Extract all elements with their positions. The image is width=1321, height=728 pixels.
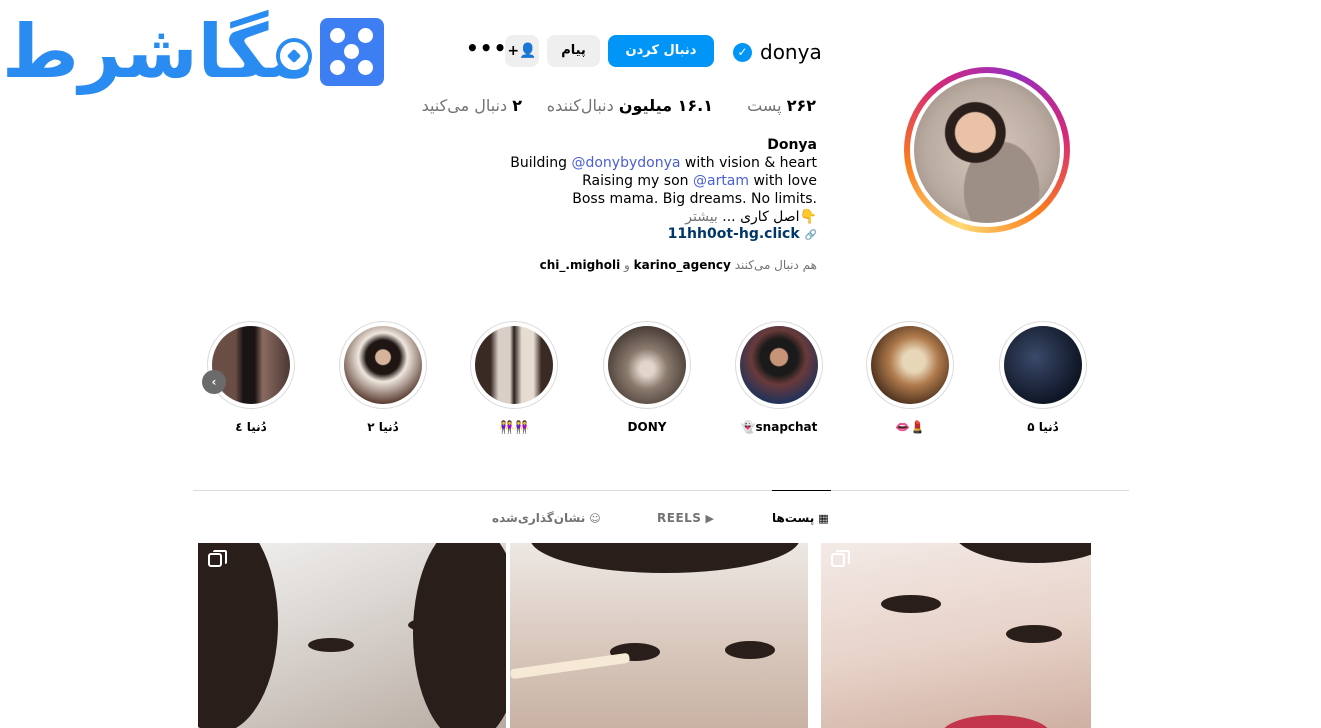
followers-label: دنبال‌کننده: [546, 96, 614, 115]
post-image-detail: [408, 618, 454, 632]
bio-line-2: Raising my son @artam with love: [497, 172, 817, 190]
carousel-icon: [831, 550, 850, 567]
bio-more-link[interactable]: بیشتر: [685, 209, 718, 225]
profile-username: donya: [760, 40, 822, 64]
watermark-logo: مگاشرط: [0, 6, 386, 98]
highlight-label: snapchat👻: [740, 420, 818, 434]
tab-reels-label: REELS: [657, 511, 702, 525]
post-image-detail: [413, 543, 506, 728]
following-stat[interactable]: ۲ دنبال می‌کنید: [422, 95, 522, 117]
followers-stat[interactable]: ۱۶.۱ میلیون دنبال‌کننده: [547, 95, 713, 117]
bio-display-name: Donya: [767, 137, 817, 153]
tab-posts[interactable]: ▦پست‌ها: [772, 510, 829, 527]
tab-posts-label: پست‌ها: [772, 511, 815, 525]
following-count: ۲: [512, 96, 522, 115]
mutual-user-2: chi_.migholi: [539, 258, 621, 272]
posts-count: ۲۶۲: [786, 96, 816, 115]
mention-link[interactable]: @donybydonya: [571, 155, 680, 171]
highlight-label: دُنیا ٤: [235, 420, 267, 434]
post-image-detail: [881, 595, 941, 613]
watermark-text: مگاشرط: [2, 9, 316, 95]
bio-line-1: Building @donybydonya with vision & hear…: [497, 154, 817, 172]
mutual-prefix: هم دنبال می‌کنند: [734, 258, 817, 272]
highlight-label: دُنیا ۲: [367, 420, 399, 434]
post-image-detail: [951, 543, 1091, 563]
avatar-image: [910, 73, 1064, 227]
post-image-detail: [1006, 625, 1062, 643]
profile-external-link[interactable]: 11hh0ot-hg.click 🔗: [668, 226, 817, 242]
following-label: دنبال می‌کنید: [421, 96, 508, 115]
highlight-item[interactable]: 💄👄: [866, 321, 954, 435]
post-image-detail: [725, 641, 775, 659]
link-icon: 🔗: [804, 230, 817, 241]
highlight-item[interactable]: دُنیا ۵: [999, 321, 1087, 435]
post-thumbnail[interactable]: [821, 543, 1091, 728]
reels-icon: ▶: [705, 512, 715, 525]
grid-icon: ▦: [818, 512, 830, 525]
bio-line-1-tail: with vision & heart: [680, 155, 817, 171]
tabs-divider: [193, 490, 1129, 491]
soccer-ball-icon: [276, 38, 312, 74]
post-thumbnail[interactable]: [510, 543, 808, 728]
tab-reels[interactable]: ▶REELS: [657, 510, 714, 527]
highlight-thumbnail: [475, 326, 553, 404]
carousel-icon: [208, 550, 227, 567]
highlight-item[interactable]: دُنیا ۲: [339, 321, 427, 435]
bio-line-4-text: 👇اصل کاری ...: [722, 209, 817, 225]
bio-line-1-text: Building: [510, 155, 572, 171]
posts-label: پست: [747, 96, 782, 115]
bio-line-3: Boss mama. Big dreams. No limits.: [572, 191, 817, 207]
highlight-label: 👭👭: [499, 420, 529, 434]
highlights-previous-button[interactable]: ‹: [202, 370, 226, 394]
highlight-thumbnail: [608, 326, 686, 404]
tab-tagged-label: نشان‌گذاری‌شده: [492, 511, 586, 525]
message-button[interactable]: پیام: [547, 35, 600, 67]
post-thumbnail[interactable]: [198, 543, 506, 728]
more-options-button[interactable]: •••: [466, 38, 506, 64]
highlight-label: دُنیا ۵: [1027, 420, 1059, 434]
post-image-detail: [510, 652, 631, 680]
post-image-detail: [530, 543, 800, 573]
highlight-item[interactable]: snapchat👻: [735, 321, 823, 435]
follow-button[interactable]: دنبال کردن: [608, 35, 714, 67]
mention-link[interactable]: @artam: [693, 173, 749, 189]
mutual-followers[interactable]: هم دنبال می‌کنند karino_agency و chi_.mi…: [540, 257, 817, 273]
highlight-thumbnail: [344, 326, 422, 404]
highlight-label: DONY: [627, 420, 667, 434]
mutual-user-1: karino_agency: [633, 258, 731, 272]
tab-tagged[interactable]: ☺نشان‌گذاری‌شده: [492, 510, 601, 527]
highlight-item[interactable]: 👭👭: [470, 321, 558, 435]
verified-badge-icon: ✓: [733, 43, 752, 62]
bio-line-2-tail: with love: [749, 173, 817, 189]
highlight-thumbnail: [212, 326, 290, 404]
bio-line-2-text: Raising my son: [582, 173, 693, 189]
highlight-thumbnail: [871, 326, 949, 404]
add-friend-button[interactable]: +👤: [505, 35, 539, 67]
active-tab-indicator: [772, 490, 831, 491]
followers-count: ۱۶.۱ میلیون: [618, 96, 713, 115]
post-image-detail: [308, 638, 354, 652]
post-image-detail: [941, 715, 1051, 728]
dice-icon: [320, 18, 384, 86]
bio-line-4: 👇اصل کاری ... بیشتر: [497, 208, 817, 226]
highlight-thumbnail: [740, 326, 818, 404]
profile-avatar[interactable]: [904, 67, 1070, 233]
highlight-item[interactable]: DONY: [603, 321, 691, 435]
mutual-joiner: و: [624, 258, 630, 272]
posts-count-stat: ۲۶۲ پست: [747, 95, 816, 117]
link-text: 11hh0ot-hg.click: [667, 226, 800, 242]
highlight-thumbnail: [1004, 326, 1082, 404]
highlight-label: 💄👄: [895, 420, 925, 434]
tagged-icon: ☺: [589, 512, 602, 525]
post-image-detail: [198, 543, 278, 728]
profile-bio: Donya Building @donybydonya with vision …: [497, 136, 817, 226]
